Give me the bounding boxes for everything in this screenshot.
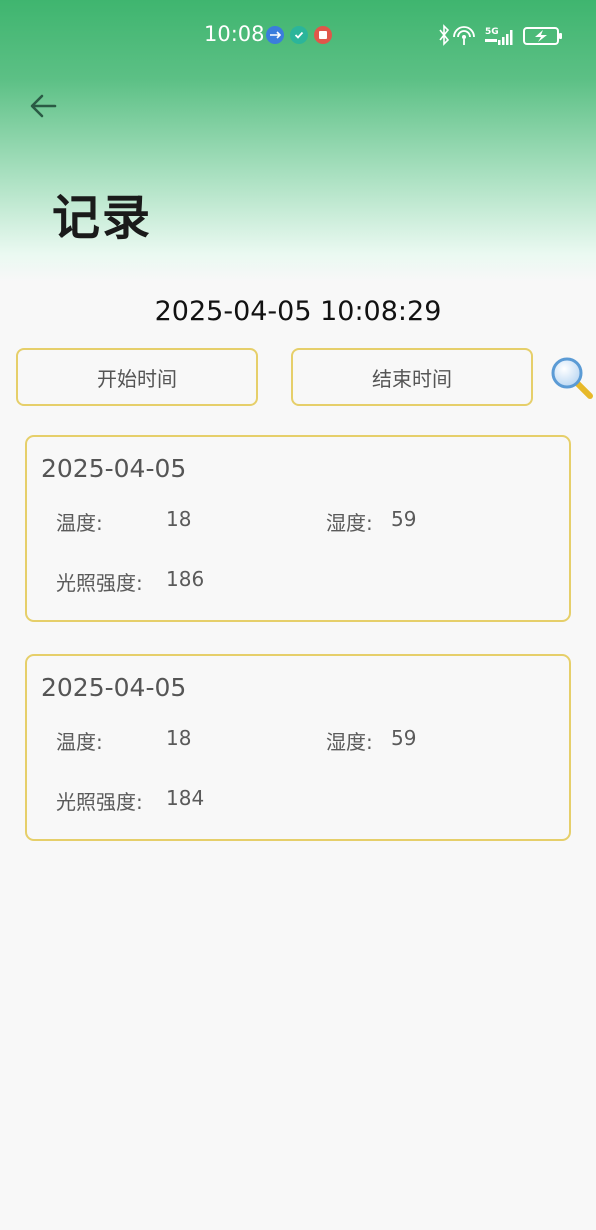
start-time-label: 开始时间: [97, 366, 177, 391]
bluetooth-icon: [439, 24, 450, 46]
temperature-value: 18: [166, 726, 192, 750]
temperature-label: 温度:: [56, 511, 103, 535]
cellular-signal-icon: 5G: [485, 27, 513, 45]
status-bar: 10:08 5G: [0, 18, 596, 54]
status-icons: 5G: [436, 24, 566, 48]
book-icon: [314, 26, 332, 44]
light-intensity-label: 光照强度:: [56, 571, 143, 595]
temperature-value: 18: [166, 507, 192, 531]
humidity-value: 59: [391, 726, 417, 750]
end-time-label: 结束时间: [372, 366, 452, 391]
status-time: 10:08: [204, 22, 265, 46]
search-button[interactable]: [548, 354, 594, 400]
arrow-left-icon: [30, 94, 57, 118]
shield-check-icon: [290, 26, 308, 44]
record-date: 2025-04-05: [41, 454, 187, 483]
humidity-value: 59: [391, 507, 417, 531]
light-intensity-label: 光照强度:: [56, 790, 143, 814]
record-card[interactable]: 2025-04-05 温度: 18 湿度: 59 光照强度: 184: [25, 654, 571, 841]
usb-icon: [266, 26, 284, 44]
magnifier-icon: [551, 357, 593, 399]
end-time-button[interactable]: 结束时间: [291, 348, 533, 406]
page-title: 记录: [52, 190, 153, 246]
svg-text:5G: 5G: [485, 27, 499, 37]
light-intensity-value: 184: [166, 786, 205, 810]
humidity-label: 湿度:: [326, 730, 373, 754]
battery-charging-icon: [523, 27, 562, 45]
current-datetime: 2025-04-05 10:08:29: [154, 296, 442, 327]
record-card[interactable]: 2025-04-05 温度: 18 湿度: 59 光照强度: 186: [25, 435, 571, 622]
humidity-label: 湿度:: [326, 511, 373, 535]
start-time-button[interactable]: 开始时间: [16, 348, 258, 406]
temperature-label: 温度:: [56, 730, 103, 754]
record-date: 2025-04-05: [41, 673, 187, 702]
hotspot-icon: [453, 26, 475, 45]
light-intensity-value: 186: [166, 567, 205, 591]
back-button[interactable]: [24, 86, 64, 126]
